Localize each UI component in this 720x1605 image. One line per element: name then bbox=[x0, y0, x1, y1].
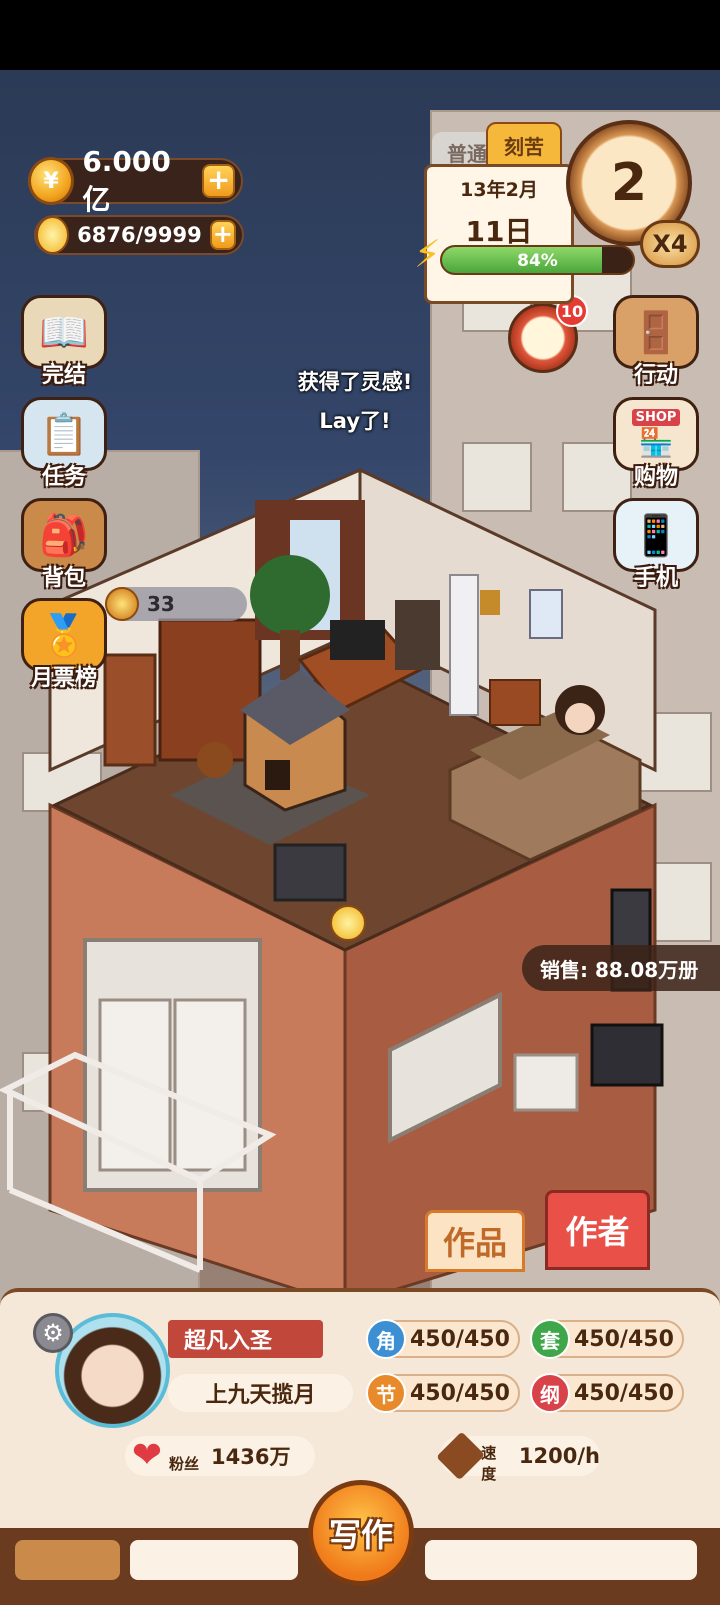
add-inspiration-button[interactable]: + bbox=[209, 220, 236, 250]
menu-backpack-label: 背包 bbox=[41, 566, 86, 591]
coin-amount: 6.000亿 bbox=[82, 144, 171, 216]
coin-balance: ¥ 6.000亿 + bbox=[28, 145, 243, 216]
speed-multiplier-button[interactable]: X4 bbox=[640, 220, 700, 268]
stat-character-value: 450/450 bbox=[410, 1326, 510, 1352]
menu-phone[interactable]: 📱 手机 bbox=[610, 498, 702, 594]
author-rank: 超凡入圣 bbox=[184, 1329, 273, 1354]
mode-tab-hard[interactable]: 刻苦 bbox=[486, 122, 562, 168]
menu-tasks[interactable]: 📋 任务 bbox=[18, 397, 110, 493]
coin-icon bbox=[105, 587, 139, 621]
room-coin-bubble[interactable]: 33 bbox=[105, 587, 247, 621]
game-scene: 33 获得了灵感! Lay了! 销售: 88.08万册 ¥ 6.000亿 + 6… bbox=[0, 70, 720, 1605]
author-panel: ⚙ 超凡入圣 上九天揽月 角 450/450 套 450/450 节 450/4… bbox=[0, 1288, 720, 1605]
menu-shop[interactable]: SHOP 🏪 购物 bbox=[610, 397, 702, 493]
energy-bar: 84% bbox=[440, 245, 635, 275]
float-message-lay: Lay了! bbox=[319, 409, 391, 433]
inspiration-amount: 6876/9999 bbox=[77, 223, 202, 247]
bottom-slot-right[interactable] bbox=[425, 1540, 697, 1580]
speed-stat: 速度 1200/h bbox=[436, 1431, 600, 1483]
stat-set-badge: 套 bbox=[530, 1319, 570, 1359]
stat-set: 套 450/450 bbox=[530, 1319, 684, 1359]
speed-value: 1200/h bbox=[518, 1444, 600, 1468]
menu-monthly-ticket-label: 月票榜 bbox=[30, 666, 97, 691]
event-clock-button[interactable]: 10 bbox=[500, 295, 592, 387]
menu-monthly-ticket[interactable]: 🏅 月票榜 bbox=[18, 598, 110, 694]
stat-set-value: 450/450 bbox=[574, 1326, 674, 1352]
stat-outline-value: 450/450 bbox=[574, 1380, 674, 1406]
fans-value: 1436万 bbox=[211, 1445, 291, 1469]
lightbulb-icon bbox=[36, 216, 70, 254]
stat-outline-badge: 纲 bbox=[530, 1373, 570, 1413]
stat-section-value: 450/450 bbox=[410, 1380, 510, 1406]
inspiration-bulb-icon[interactable] bbox=[330, 905, 366, 941]
calendar-month: 13年2月 bbox=[460, 179, 538, 201]
menu-backpack[interactable]: 🎒 背包 bbox=[18, 498, 110, 594]
bottom-slot-left[interactable] bbox=[15, 1540, 120, 1580]
write-button[interactable]: 写作 bbox=[308, 1480, 414, 1586]
author-name: 上九天揽月 bbox=[205, 1383, 316, 1408]
menu-tasks-label: 任务 bbox=[41, 465, 86, 490]
room-coin-count: 33 bbox=[147, 592, 175, 616]
author-name-box: 上九天揽月 bbox=[168, 1374, 353, 1412]
fans-stat: ❤ 粉丝 1436万 bbox=[125, 1436, 315, 1476]
stat-character: 角 450/450 bbox=[366, 1319, 520, 1359]
write-button-label: 写作 bbox=[328, 1516, 393, 1554]
inspiration-balance: 6876/9999 + bbox=[34, 215, 244, 255]
stat-character-badge: 角 bbox=[366, 1319, 406, 1359]
rank-ribbon: 超凡入圣 bbox=[168, 1320, 323, 1358]
lightning-icon[interactable]: ⚡ bbox=[414, 232, 454, 280]
float-message-inspiration: 获得了灵感! bbox=[297, 370, 413, 394]
menu-phone-label: 手机 bbox=[633, 566, 678, 591]
tab-works[interactable]: 作品 bbox=[425, 1210, 525, 1272]
menu-shop-label: 购物 bbox=[633, 465, 678, 490]
stat-section-badge: 节 bbox=[366, 1373, 406, 1413]
menu-complete[interactable]: 📖 完结 bbox=[18, 295, 110, 391]
bottom-slot-middle[interactable] bbox=[130, 1540, 298, 1580]
settings-gear-icon[interactable]: ⚙ bbox=[33, 1313, 73, 1353]
coin-icon: ¥ bbox=[28, 157, 75, 205]
sales-label: 销售: 88.08万册 bbox=[522, 945, 720, 991]
speed-label: 速度 bbox=[481, 1444, 497, 1483]
menu-action[interactable]: 🚪 行动 bbox=[610, 295, 702, 391]
shop-sign: SHOP bbox=[631, 409, 681, 426]
stat-section: 节 450/450 bbox=[366, 1373, 520, 1413]
menu-complete-label: 完结 bbox=[41, 363, 86, 388]
heart-icon: ❤ bbox=[131, 1435, 163, 1476]
add-coins-button[interactable]: + bbox=[202, 164, 235, 198]
stat-outline: 纲 450/450 bbox=[530, 1373, 684, 1413]
energy-percent: 84% bbox=[517, 251, 558, 271]
fans-label: 粉丝 bbox=[169, 1454, 200, 1473]
clock-number: 2 bbox=[610, 153, 648, 213]
menu-action-label: 行动 bbox=[633, 363, 678, 388]
tab-author[interactable]: 作者 bbox=[545, 1190, 650, 1270]
